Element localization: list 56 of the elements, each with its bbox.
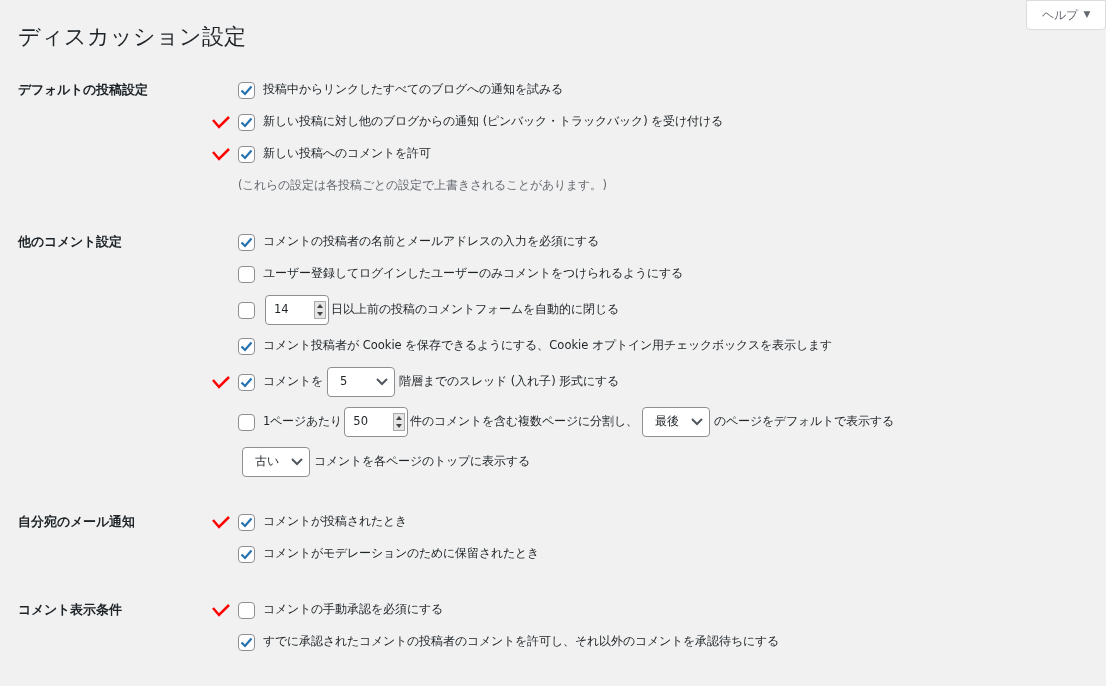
check-icon [240,116,253,128]
option-label: コメントの投稿者の名前とメールアドレスの入力を必須にする [263,233,599,251]
option-label: コメントを [263,373,323,391]
section-label: 自分宛のメール通知 [18,514,135,529]
checkbox[interactable] [238,145,255,163]
option-label: (これらの設定は各投稿ごとの設定で上書きされることがあります。) [238,177,607,195]
option-label: ユーザー登録してログインしたユーザーのみコメントをつけられるようにする [263,265,683,283]
check-icon [240,636,253,648]
section-label: コメント表示条件 [18,602,122,617]
option-label: コメント投稿者が Cookie を保存できるようにする、Cookie オプトイン用チェックボックスを表示します [263,337,833,355]
check-icon [240,236,253,248]
section-label: デフォルトの投稿設定 [18,82,148,97]
chevron-down-icon [291,458,303,466]
checkbox[interactable] [238,337,255,355]
option-label: コメントがモデレーションのために保留されたとき [263,545,539,563]
checkbox[interactable] [238,413,255,431]
check-icon [240,340,253,352]
spinner-icon [314,301,326,319]
checkbox[interactable] [238,113,255,131]
option-label: のページをデフォルトで表示する [714,413,895,431]
option-label: すでに承認されたコメントの投稿者のコメントを許可し、それ以外のコメントを承認待ちにする [263,633,779,651]
option-label: 日以上前の投稿のコメントフォームを自動的に閉じる [331,301,619,319]
option-label: 新しい投稿に対し他のブログからの通知 (ピンバック・トラックバック) を受け付ける [263,113,724,131]
option-label: 件のコメントを含む複数ページに分割し、 [410,413,639,431]
checkbox[interactable] [238,233,255,251]
option-label: コメントが投稿されたとき [263,513,407,531]
page-title: ディスカッション設定 [18,23,246,51]
checkbox[interactable] [238,265,255,283]
number-input[interactable]: 50 [344,407,409,437]
checkbox[interactable] [238,601,255,619]
checkbox[interactable] [238,545,255,563]
check-icon [240,516,253,528]
checkbox[interactable] [238,81,255,99]
dropdown-select[interactable]: 古い [242,447,310,477]
check-icon [240,148,253,160]
option-label: 1ページあたり [263,413,343,431]
chevron-down-icon [691,418,704,426]
check-icon [240,548,253,560]
option-label: コメントを各ページのトップに表示する [314,453,530,471]
help-tab[interactable]: ヘルプ ▼ [1026,0,1106,30]
option-label: 階層までのスレッド (入れ子) 形式にする [399,373,620,391]
option-label: コメントの手動承認を必須にする [263,601,443,619]
dropdown-select[interactable]: 最後 [642,407,711,437]
spinner-icon [393,413,406,431]
option-label: 新しい投稿へのコメントを許可 [263,145,431,163]
option-label: 投稿中からリンクしたすべてのブログへの通知を試みる [263,81,563,99]
checkbox[interactable] [238,633,255,651]
check-icon [240,84,253,96]
chevron-down-icon [376,378,388,386]
checkbox[interactable] [238,513,255,531]
checkbox[interactable] [238,301,255,319]
checkbox[interactable] [238,373,255,391]
dropdown-select[interactable]: 5 [327,367,395,397]
section-label: 他のコメント設定 [18,234,122,249]
check-icon [240,376,253,388]
number-input[interactable]: 14 [265,295,329,325]
